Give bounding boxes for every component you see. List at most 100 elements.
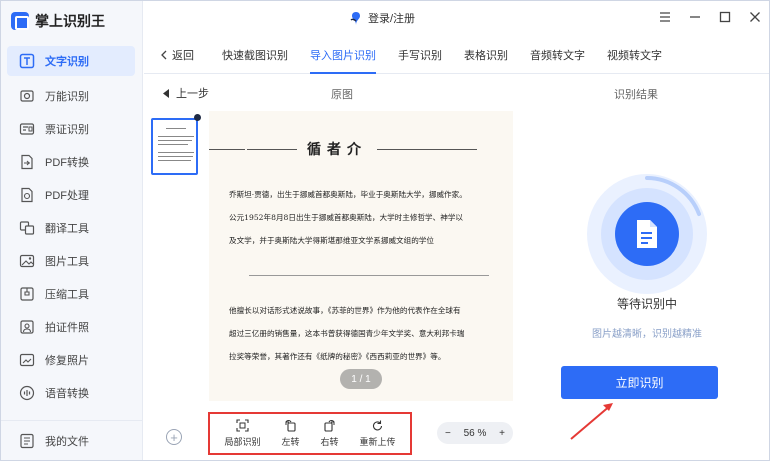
document-line: 公元1952年8月8日出生于挪威首都奥斯陆，大学时主修哲学、神学以 (229, 213, 464, 222)
sidebar-item-label: 图片工具 (45, 255, 89, 268)
repair-photo-icon (19, 352, 35, 368)
hint-text: 图片越清晰，识别越精准 (592, 329, 702, 340)
status-text: 等待识别中 (616, 297, 677, 311)
document-title: 循者介 (307, 142, 367, 158)
tab-table[interactable]: 表格识别 (464, 37, 508, 74)
sidebar-item-label: 拍证件照 (45, 321, 89, 334)
tab-bar: 返回 快速截图识别 导入图片识别 手写识别 表格识别 音频转文字 视频转文字 (144, 37, 769, 74)
maximize-icon[interactable] (719, 11, 731, 23)
sidebar-item-pdf-convert[interactable]: PDF转换 (7, 145, 135, 178)
sidebar-item-text-recognition[interactable]: 文字识别 (7, 46, 135, 76)
app-window: 掌上识别王 文字识别 万能识别 票证识别 PDF转换 PDF处理 翻译工具 图片… (0, 0, 770, 461)
document-line: 他擅长以对话形式述说故事，《苏菲的世界》作为他的代表作在全球有 (229, 306, 461, 315)
login-button[interactable]: 登录/注册 (350, 10, 415, 26)
tool-label: 右转 (320, 437, 339, 447)
thumbnail-close-icon[interactable] (194, 114, 201, 121)
user-icon (350, 11, 360, 25)
sidebar-item-universal[interactable]: 万能识别 (7, 79, 135, 112)
my-files-label: 我的文件 (45, 435, 89, 448)
zoom-in-button[interactable]: + (499, 428, 505, 439)
document-preview: 循者介 乔斯坦·贾德，出生于挪威首都奥斯陆，毕业于奥斯陆大学，挪威作家。 公元1… (209, 111, 513, 401)
sidebar-item-label: 压缩工具 (45, 288, 89, 301)
pdf-convert-icon (19, 154, 35, 170)
rotate-right-button[interactable]: 右转 (320, 419, 339, 448)
sidebar-item-repair-photo[interactable]: 修复照片 (7, 343, 135, 376)
zoom-out-button[interactable]: − (445, 428, 451, 439)
compress-icon (19, 286, 35, 302)
tab-quick-screenshot[interactable]: 快速截图识别 (222, 37, 288, 74)
result-label: 识别结果 (614, 89, 658, 101)
page-indicator: 1 / 1 (340, 369, 382, 389)
translate-icon (19, 220, 35, 236)
sidebar-item-translate[interactable]: 翻译工具 (7, 211, 135, 244)
reupload-icon (373, 420, 383, 431)
reupload-button[interactable]: 重新上传 (359, 419, 396, 448)
original-image-label: 原图 (331, 89, 353, 101)
sidebar-item-compress[interactable]: 压缩工具 (7, 277, 135, 310)
sidebar: 掌上识别王 文字识别 万能识别 票证识别 PDF转换 PDF处理 翻译工具 图片… (1, 1, 143, 460)
crop-recognize-button[interactable]: 局部识别 (224, 419, 261, 448)
voice-convert-icon (19, 385, 35, 401)
pdf-process-icon (19, 187, 35, 203)
tab-video-to-text[interactable]: 视频转文字 (607, 37, 662, 74)
id-photo-icon (19, 319, 35, 335)
prev-step-button[interactable]: 上一步 (163, 85, 209, 101)
document-line: 乔斯坦·贾德，出生于挪威首都奥斯陆，毕业于奥斯陆大学，挪威作家。 (229, 190, 467, 199)
document-line: 拉奖等荣誉，其著作还有《纸牌的秘密》《西西莉亚的世界》等。 (229, 352, 446, 361)
sidebar-item-pdf-process[interactable]: PDF处理 (7, 178, 135, 211)
brand: 掌上识别王 (11, 10, 105, 32)
sidebar-item-ticket[interactable]: 票证识别 (7, 112, 135, 145)
universal-scan-icon (19, 88, 35, 104)
app-title: 掌上识别王 (35, 13, 105, 29)
sidebar-item-label: 翻译工具 (45, 222, 89, 235)
menu-icon[interactable] (659, 11, 671, 23)
crop-recognize-icon (236, 419, 249, 432)
sidebar-item-label: PDF处理 (45, 189, 89, 202)
minimize-icon[interactable] (689, 11, 701, 23)
sidebar-item-voice[interactable]: 语音转换 (7, 376, 135, 409)
document-line: 及文学，并于奥斯陆大学得斯堪那维亚文学系挪威文组的学位 (229, 236, 435, 245)
document-title-row: 循者介 (209, 139, 513, 159)
file-icon (19, 433, 35, 449)
sidebar-item-label: 万能识别 (45, 90, 89, 103)
sidebar-item-id-photo[interactable]: 拍证件照 (7, 310, 135, 343)
chevron-left-icon (161, 50, 167, 60)
tab-audio-to-text[interactable]: 音频转文字 (530, 37, 585, 74)
document-paragraph-2: 他擅长以对话形式述说故事，《苏菲的世界》作为他的代表作在全球有 超过三亿册的销售… (229, 299, 501, 368)
waiting-illustration (587, 174, 707, 294)
sidebar-item-label: 修复照片 (45, 354, 89, 367)
sidebar-item-label: 票证识别 (45, 123, 89, 136)
rotate-left-icon (285, 420, 296, 432)
login-label: 登录/注册 (368, 13, 416, 25)
add-page-icon[interactable]: + (166, 429, 182, 445)
sidebar-item-label: PDF转换 (45, 156, 89, 169)
window-controls (659, 11, 761, 23)
back-button[interactable]: 返回 (160, 37, 194, 74)
sidebar-nav: 文字识别 万能识别 票证识别 PDF转换 PDF处理 翻译工具 图片工具 压缩工… (7, 46, 135, 409)
tool-label: 重新上传 (359, 437, 396, 447)
annotation-arrow-icon (570, 403, 613, 440)
document-divider (249, 275, 489, 276)
back-label: 返回 (172, 50, 194, 62)
tab-import-image[interactable]: 导入图片识别 (310, 37, 376, 74)
image-tools-icon (19, 253, 35, 269)
triangle-left-icon (163, 88, 169, 98)
recognize-now-button[interactable]: 立即识别 (561, 366, 718, 399)
text-recognition-icon (19, 53, 35, 69)
image-toolbar: 局部识别 左转 右转 重新上传 (208, 412, 412, 455)
document-paragraph-1: 乔斯坦·贾德，出生于挪威首都奥斯陆，毕业于奥斯陆大学，挪威作家。 公元1952年… (229, 183, 501, 252)
sidebar-item-my-files[interactable]: 我的文件 (1, 420, 142, 460)
ticket-icon (19, 121, 35, 137)
sidebar-item-image-tools[interactable]: 图片工具 (7, 244, 135, 277)
result-panel: 等待识别中 图片越清晰，识别越精准 立即识别 (529, 111, 765, 451)
zoom-control: − 56 % + (437, 422, 513, 444)
tool-label: 局部识别 (224, 437, 261, 447)
tab-handwriting[interactable]: 手写识别 (398, 37, 442, 74)
document-icon (637, 220, 657, 248)
rotate-left-button[interactable]: 左转 (281, 419, 300, 448)
close-icon[interactable] (749, 11, 761, 23)
page-thumbnail[interactable] (151, 118, 198, 175)
sidebar-item-label: 文字识别 (45, 56, 89, 68)
prev-step-label: 上一步 (176, 88, 209, 100)
app-logo-icon (11, 12, 29, 30)
